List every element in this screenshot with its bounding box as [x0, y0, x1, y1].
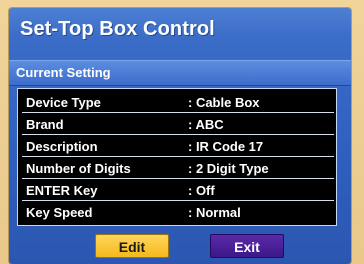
control-panel: Set-Top Box Control Current Setting Devi…: [9, 8, 351, 264]
settings-table: Device Type : Cable Box Brand : ABC Desc…: [17, 88, 337, 226]
setting-row-brand: Brand : ABC: [22, 114, 334, 135]
exit-button[interactable]: Exit: [210, 234, 284, 258]
setting-label: Number of Digits: [26, 161, 131, 176]
setting-value: : Cable Box: [188, 95, 260, 110]
window-frame: Set-Top Box Control Current Setting Devi…: [0, 0, 364, 264]
setting-row-device-type: Device Type : Cable Box: [22, 92, 334, 113]
section-label: Current Setting: [16, 65, 111, 80]
section-header: Current Setting: [9, 60, 351, 86]
setting-value: : Off: [188, 183, 215, 198]
setting-value: : 2 Digit Type: [188, 161, 269, 176]
setting-label: Device Type: [26, 95, 101, 110]
setting-row-description: Description : IR Code 17: [22, 136, 334, 157]
setting-row-key-speed: Key Speed : Normal: [22, 202, 334, 223]
setting-row-enter-key: ENTER Key : Off: [22, 180, 334, 201]
edit-button[interactable]: Edit: [95, 234, 169, 258]
setting-label: Brand: [26, 117, 64, 132]
setting-label: Description: [26, 139, 98, 154]
setting-row-number-of-digits: Number of Digits : 2 Digit Type: [22, 158, 334, 179]
window-title: Set-Top Box Control: [20, 18, 215, 40]
setting-value: : Normal: [188, 205, 241, 220]
setting-value: : IR Code 17: [188, 139, 264, 154]
setting-label: ENTER Key: [26, 183, 98, 198]
setting-value: : ABC: [188, 117, 224, 132]
setting-label: Key Speed: [26, 205, 93, 220]
